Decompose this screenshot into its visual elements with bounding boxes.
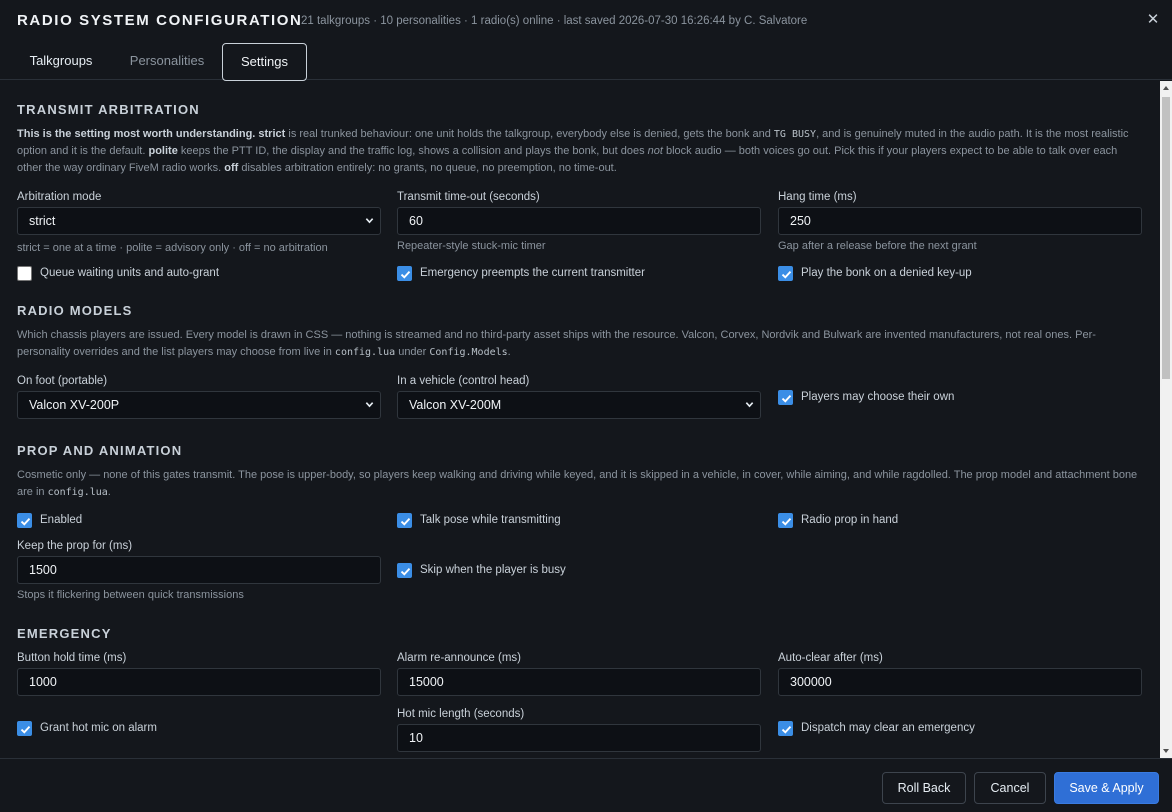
section-title-prop: PROP AND ANIMATION <box>17 443 183 458</box>
checkbox-unchecked <box>17 266 32 281</box>
alarm-reannounce-input[interactable]: 15000 <box>397 668 761 696</box>
checkmark-icon <box>778 390 793 405</box>
hang-time-input[interactable]: 250 <box>778 207 1142 235</box>
auto-clear-input[interactable]: 300000 <box>778 668 1142 696</box>
choose-own-checkbox-label: Players may choose their own <box>801 391 955 403</box>
dispatch-clear-checkbox-label: Dispatch may clear an emergency <box>801 722 975 734</box>
alarm-reannounce-label: Alarm re-announce (ms) <box>397 652 521 664</box>
status-summary: 21 talkgroups · 10 personalities · 1 rad… <box>301 15 808 27</box>
arbitration-mode-select[interactable]: strict <box>17 207 381 235</box>
tab-talkgroups[interactable]: Talkgroups <box>17 43 105 80</box>
cancel-button[interactable]: Cancel <box>974 772 1046 804</box>
checkmark-icon <box>17 721 32 736</box>
title-bar: RADIO SYSTEM CONFIGURATION 21 talkgroups… <box>0 0 1172 43</box>
hang-time-label: Hang time (ms) <box>778 191 857 203</box>
transmit-timeout-input[interactable]: 60 <box>397 207 761 235</box>
on-foot-model-value: Valcon XV-200P <box>29 398 120 412</box>
checkmark-icon <box>778 721 793 736</box>
vehicle-model-value: Valcon XV-200M <box>409 398 502 412</box>
button-hold-input[interactable]: 1000 <box>17 668 381 696</box>
keep-prop-hint: Stops it flickering between quick transm… <box>17 589 244 601</box>
skip-busy-checkbox-label: Skip when the player is busy <box>420 564 566 576</box>
preempt-checkbox-label: Emergency preempts the current transmitt… <box>420 267 645 279</box>
roll-back-button[interactable]: Roll Back <box>882 772 966 804</box>
settings-panel: TRANSMIT ARBITRATION This is the setting… <box>0 81 1160 758</box>
scrollbar-thumb[interactable] <box>1162 97 1170 379</box>
keep-prop-input[interactable]: 1500 <box>17 556 381 584</box>
arbitration-mode-label: Arbitration mode <box>17 191 102 203</box>
vehicle-label: In a vehicle (control head) <box>397 375 530 387</box>
close-icon[interactable]: ✕ <box>1145 10 1161 28</box>
save-apply-button[interactable]: Save & Apply <box>1054 772 1159 804</box>
section-title-models: RADIO MODELS <box>17 303 133 318</box>
chevron-down-icon <box>365 218 374 224</box>
arbitration-mode-hint: strict = one at a time · polite = adviso… <box>17 242 328 254</box>
queue-checkbox-label: Queue waiting units and auto-grant <box>40 267 220 279</box>
hang-time-hint: Gap after a release before the next gran… <box>778 240 977 252</box>
tab-personalities[interactable]: Personalities <box>116 43 218 80</box>
vehicle-model-select[interactable]: Valcon XV-200M <box>397 391 761 419</box>
tab-bar: Talkgroups Personalities Settings <box>0 43 1172 81</box>
keep-prop-label: Keep the prop for (ms) <box>17 540 133 552</box>
section-desc-transmit: This is the setting most worth understan… <box>17 128 1129 174</box>
talk-pose-checkbox-label: Talk pose while transmitting <box>420 514 561 526</box>
hot-mic-length-label: Hot mic length (seconds) <box>397 708 525 720</box>
vertical-scrollbar[interactable] <box>1160 81 1172 758</box>
checkmark-icon <box>778 513 793 528</box>
section-desc-prop: Cosmetic only — none of this gates trans… <box>17 469 1138 498</box>
button-hold-label: Button hold time (ms) <box>17 652 127 664</box>
bonk-checkbox-label: Play the bonk on a denied key-up <box>801 267 972 279</box>
prop-enabled-checkbox-label: Enabled <box>40 514 83 526</box>
on-foot-label: On foot (portable) <box>17 375 108 387</box>
tab-settings[interactable]: Settings <box>222 43 307 81</box>
app-title: RADIO SYSTEM CONFIGURATION <box>17 12 303 29</box>
footer-bar: Roll Back Cancel Save & Apply <box>0 758 1172 812</box>
hot-mic-checkbox-label: Grant hot mic on alarm <box>40 722 157 734</box>
checkmark-icon <box>778 266 793 281</box>
arbitration-mode-value: strict <box>29 214 56 228</box>
transmit-timeout-label: Transmit time-out (seconds) <box>397 191 540 203</box>
auto-clear-label: Auto-clear after (ms) <box>778 652 883 664</box>
transmit-timeout-hint: Repeater-style stuck-mic timer <box>397 240 546 252</box>
chevron-down-icon <box>365 402 374 408</box>
checkmark-icon <box>397 266 412 281</box>
scroll-down-arrow-icon[interactable] <box>1160 744 1172 758</box>
checkmark-icon <box>397 513 412 528</box>
prop-in-hand-checkbox-label: Radio prop in hand <box>801 514 899 526</box>
checkmark-icon <box>397 563 412 578</box>
hot-mic-length-input[interactable]: 10 <box>397 724 761 752</box>
section-title-transmit: TRANSMIT ARBITRATION <box>17 102 200 117</box>
scroll-up-arrow-icon[interactable] <box>1160 81 1172 95</box>
checkmark-icon <box>17 513 32 528</box>
section-title-emergency: EMERGENCY <box>17 626 112 641</box>
chevron-down-icon <box>745 402 754 408</box>
on-foot-model-select[interactable]: Valcon XV-200P <box>17 391 381 419</box>
section-desc-models: Which chassis players are issued. Every … <box>17 329 1096 358</box>
